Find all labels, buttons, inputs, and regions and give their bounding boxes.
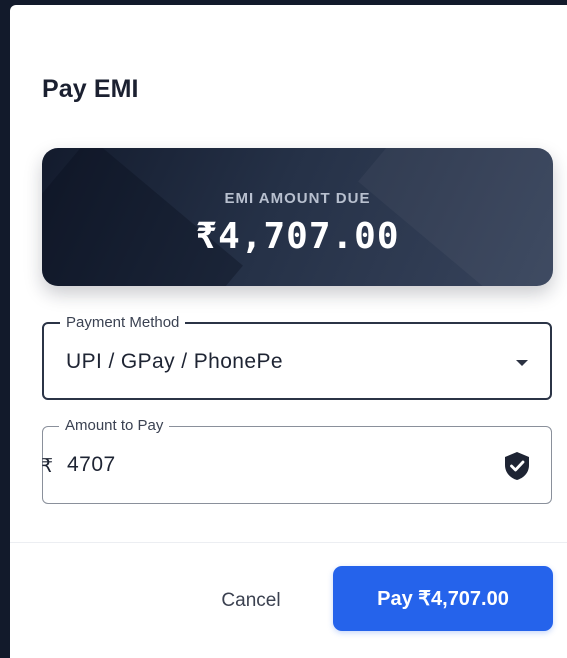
shield-check-icon	[505, 452, 529, 480]
rupee-prefix: ₹	[41, 456, 54, 477]
emi-amount-card: EMI AMOUNT DUE ₹4,707.00	[42, 148, 553, 286]
emi-amount-value: ₹4,707.00	[195, 216, 400, 257]
emi-amount-label: EMI AMOUNT DUE	[224, 190, 371, 207]
dialog-title: Pay EMI	[42, 75, 139, 103]
chevron-down-icon[interactable]	[516, 360, 528, 366]
amount-input[interactable]: 4707	[67, 453, 116, 477]
pay-button[interactable]: Pay ₹4,707.00	[333, 566, 553, 631]
footer-divider	[10, 542, 567, 543]
cancel-button[interactable]: Cancel	[206, 581, 296, 621]
payment-method-select[interactable]: Payment Method UPI / GPay / PhonePe	[42, 314, 552, 400]
payment-method-value: UPI / GPay / PhonePe	[66, 350, 283, 373]
pay-emi-dialog: Pay EMI EMI AMOUNT DUE ₹4,707.00 Payment…	[10, 5, 567, 658]
amount-to-pay-field[interactable]: Amount to Pay ₹ 4707	[41, 417, 552, 504]
payment-method-legend: Payment Method	[60, 314, 186, 331]
amount-to-pay-legend: Amount to Pay	[59, 417, 170, 434]
